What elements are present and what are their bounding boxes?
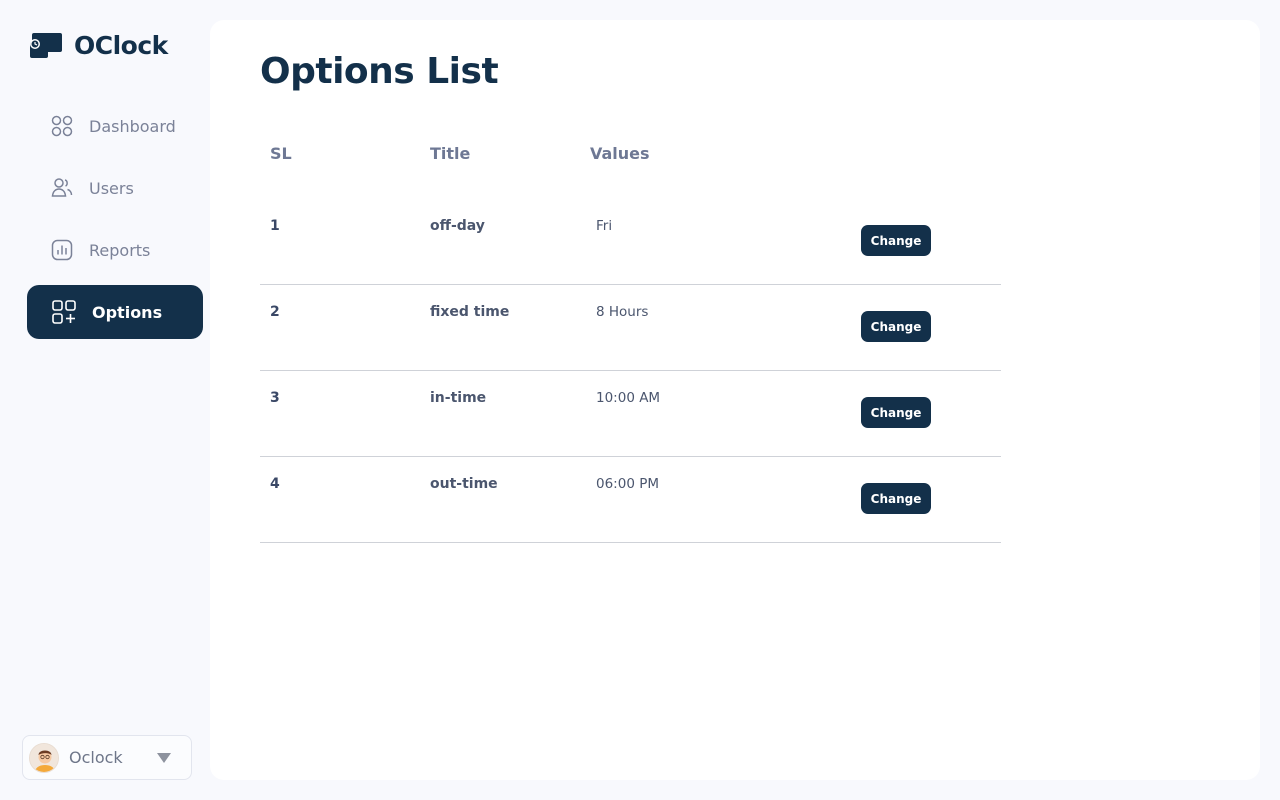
- user-menu[interactable]: Oclock: [22, 735, 192, 780]
- change-button[interactable]: Change: [861, 225, 931, 256]
- cell-value: Fri: [596, 218, 613, 234]
- cell-sl: 3: [270, 390, 280, 406]
- main-panel: Options List SL Title Values 1 off-day F…: [210, 20, 1260, 780]
- grid-circles-icon: [51, 115, 73, 137]
- table-header: SL Title Values: [260, 138, 1001, 168]
- change-button[interactable]: Change: [861, 311, 931, 342]
- sidebar-item-label: Dashboard: [89, 116, 176, 136]
- sidebar: OClock Dashboard Users Reports Options O…: [0, 0, 210, 800]
- avatar: [29, 742, 59, 773]
- cell-value: 10:00 AM: [596, 390, 661, 406]
- sidebar-item-reports[interactable]: Reports: [27, 223, 203, 277]
- app-name: OClock: [74, 30, 168, 60]
- table-row: 2 fixed time 8 Hours Change: [260, 285, 1001, 371]
- page-title: Options List: [260, 51, 499, 92]
- table-body: 1 off-day Fri Change 2 fixed time 8 Hour…: [260, 199, 1001, 543]
- table-row: 1 off-day Fri Change: [260, 199, 1001, 285]
- bar-chart-icon: [51, 239, 73, 261]
- cell-sl: 4: [270, 476, 280, 492]
- sidebar-nav: Dashboard Users Reports Options: [27, 99, 203, 347]
- table-row: 4 out-time 06:00 PM Change: [260, 457, 1001, 543]
- sidebar-item-dashboard[interactable]: Dashboard: [27, 99, 203, 153]
- app-logo[interactable]: OClock: [28, 30, 168, 60]
- cell-sl: 2: [270, 304, 280, 320]
- cell-title: fixed time: [430, 304, 510, 320]
- users-icon: [51, 177, 73, 199]
- chevron-down-icon[interactable]: [157, 752, 171, 763]
- column-header-sl: SL: [270, 143, 292, 163]
- column-header-values: Values: [590, 143, 650, 163]
- table-row: 3 in-time 10:00 AM Change: [260, 371, 1001, 457]
- options-table: SL Title Values 1 off-day Fri Change 2 f…: [260, 138, 1001, 543]
- cell-title: in-time: [430, 390, 487, 406]
- cell-value: 06:00 PM: [596, 476, 659, 492]
- change-button[interactable]: Change: [861, 483, 931, 514]
- sidebar-item-label: Reports: [89, 240, 151, 260]
- cell-value: 8 Hours: [596, 304, 649, 320]
- sidebar-item-label: Options: [92, 302, 163, 322]
- user-name: Oclock: [69, 748, 123, 767]
- cell-sl: 1: [270, 218, 280, 234]
- sidebar-item-label: Users: [89, 178, 134, 198]
- grid-plus-icon: [52, 300, 76, 324]
- column-header-title: Title: [430, 143, 471, 163]
- sidebar-item-users[interactable]: Users: [27, 161, 203, 215]
- logo-icon: [28, 30, 64, 60]
- sidebar-item-options[interactable]: Options: [27, 285, 203, 339]
- cell-title: off-day: [430, 218, 485, 234]
- cell-title: out-time: [430, 476, 498, 492]
- change-button[interactable]: Change: [861, 397, 931, 428]
